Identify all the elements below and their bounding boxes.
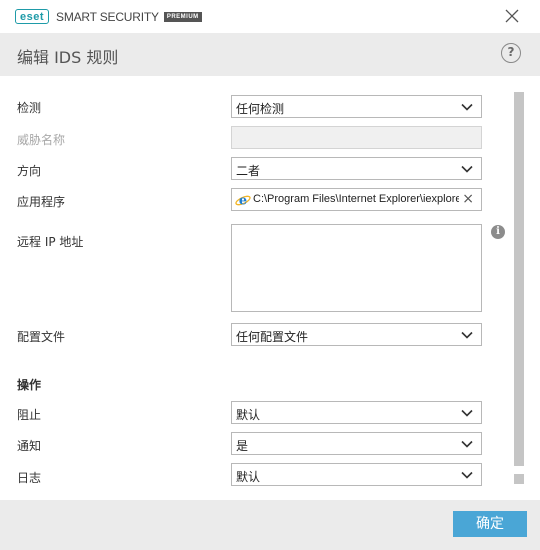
title-bar: eset SMART SECURITY PREMIUM xyxy=(0,0,540,33)
notify-select[interactable]: 是 xyxy=(231,432,482,455)
scrollbar-thumb[interactable] xyxy=(514,92,524,466)
ok-button[interactable]: 确定 xyxy=(453,511,527,537)
form-content: 检测 任何检测 威胁名称 方向 二者 应用程序 e C:\Program Fil… xyxy=(0,76,540,500)
chevron-down-icon xyxy=(461,471,473,479)
eset-logo: eset SMART SECURITY PREMIUM xyxy=(15,9,202,24)
block-label: 阻止 xyxy=(17,408,42,422)
profile-value: 任何配置文件 xyxy=(236,330,309,344)
clear-button[interactable]: × xyxy=(462,191,474,207)
page-title: 编辑 IDS 规则 xyxy=(17,48,119,67)
chevron-down-icon xyxy=(461,409,473,417)
help-button[interactable]: ? xyxy=(501,43,521,63)
direction-label: 方向 xyxy=(17,164,42,178)
internet-explorer-icon: e xyxy=(235,194,251,209)
detection-label: 检测 xyxy=(17,101,42,115)
edition-badge: PREMIUM xyxy=(163,11,202,22)
chevron-down-icon xyxy=(461,165,473,173)
profile-label: 配置文件 xyxy=(17,330,66,344)
log-select[interactable]: 默认 xyxy=(231,463,482,486)
close-icon xyxy=(505,9,519,23)
application-path: C:\Program Files\Internet Explorer\iexpl… xyxy=(253,193,459,205)
scrollbar-end[interactable] xyxy=(514,474,524,484)
remote-ip-textarea[interactable] xyxy=(231,224,482,312)
remote-ip-label: 远程 IP 地址 xyxy=(17,235,84,249)
notify-value: 是 xyxy=(236,439,249,453)
threat-name-label: 威胁名称 xyxy=(17,133,66,147)
product-name: SMART SECURITY xyxy=(56,9,159,24)
profile-select[interactable]: 任何配置文件 xyxy=(231,323,482,346)
close-button[interactable] xyxy=(502,6,522,26)
direction-value: 二者 xyxy=(236,164,261,178)
logo-mark: eset xyxy=(15,9,50,24)
notify-label: 通知 xyxy=(17,439,42,453)
log-value: 默认 xyxy=(236,470,261,484)
dialog-footer: 确定 xyxy=(0,500,540,550)
direction-select[interactable]: 二者 xyxy=(231,157,482,180)
application-label: 应用程序 xyxy=(17,195,66,209)
chevron-down-icon xyxy=(461,440,473,448)
detection-select[interactable]: 任何检测 xyxy=(231,95,482,118)
block-select[interactable]: 默认 xyxy=(231,401,482,424)
actions-section-title: 操作 xyxy=(17,378,42,392)
threat-name-input xyxy=(231,126,482,149)
chevron-down-icon xyxy=(461,103,473,111)
log-label: 日志 xyxy=(17,471,42,485)
application-input[interactable]: e C:\Program Files\Internet Explorer\iex… xyxy=(231,188,482,211)
block-value: 默认 xyxy=(236,408,261,422)
svg-text:e: e xyxy=(239,194,247,209)
detection-value: 任何检测 xyxy=(236,102,285,116)
chevron-down-icon xyxy=(461,331,473,339)
dialog-header: 编辑 IDS 规则 ? xyxy=(0,33,540,76)
info-icon[interactable]: i xyxy=(491,225,505,239)
